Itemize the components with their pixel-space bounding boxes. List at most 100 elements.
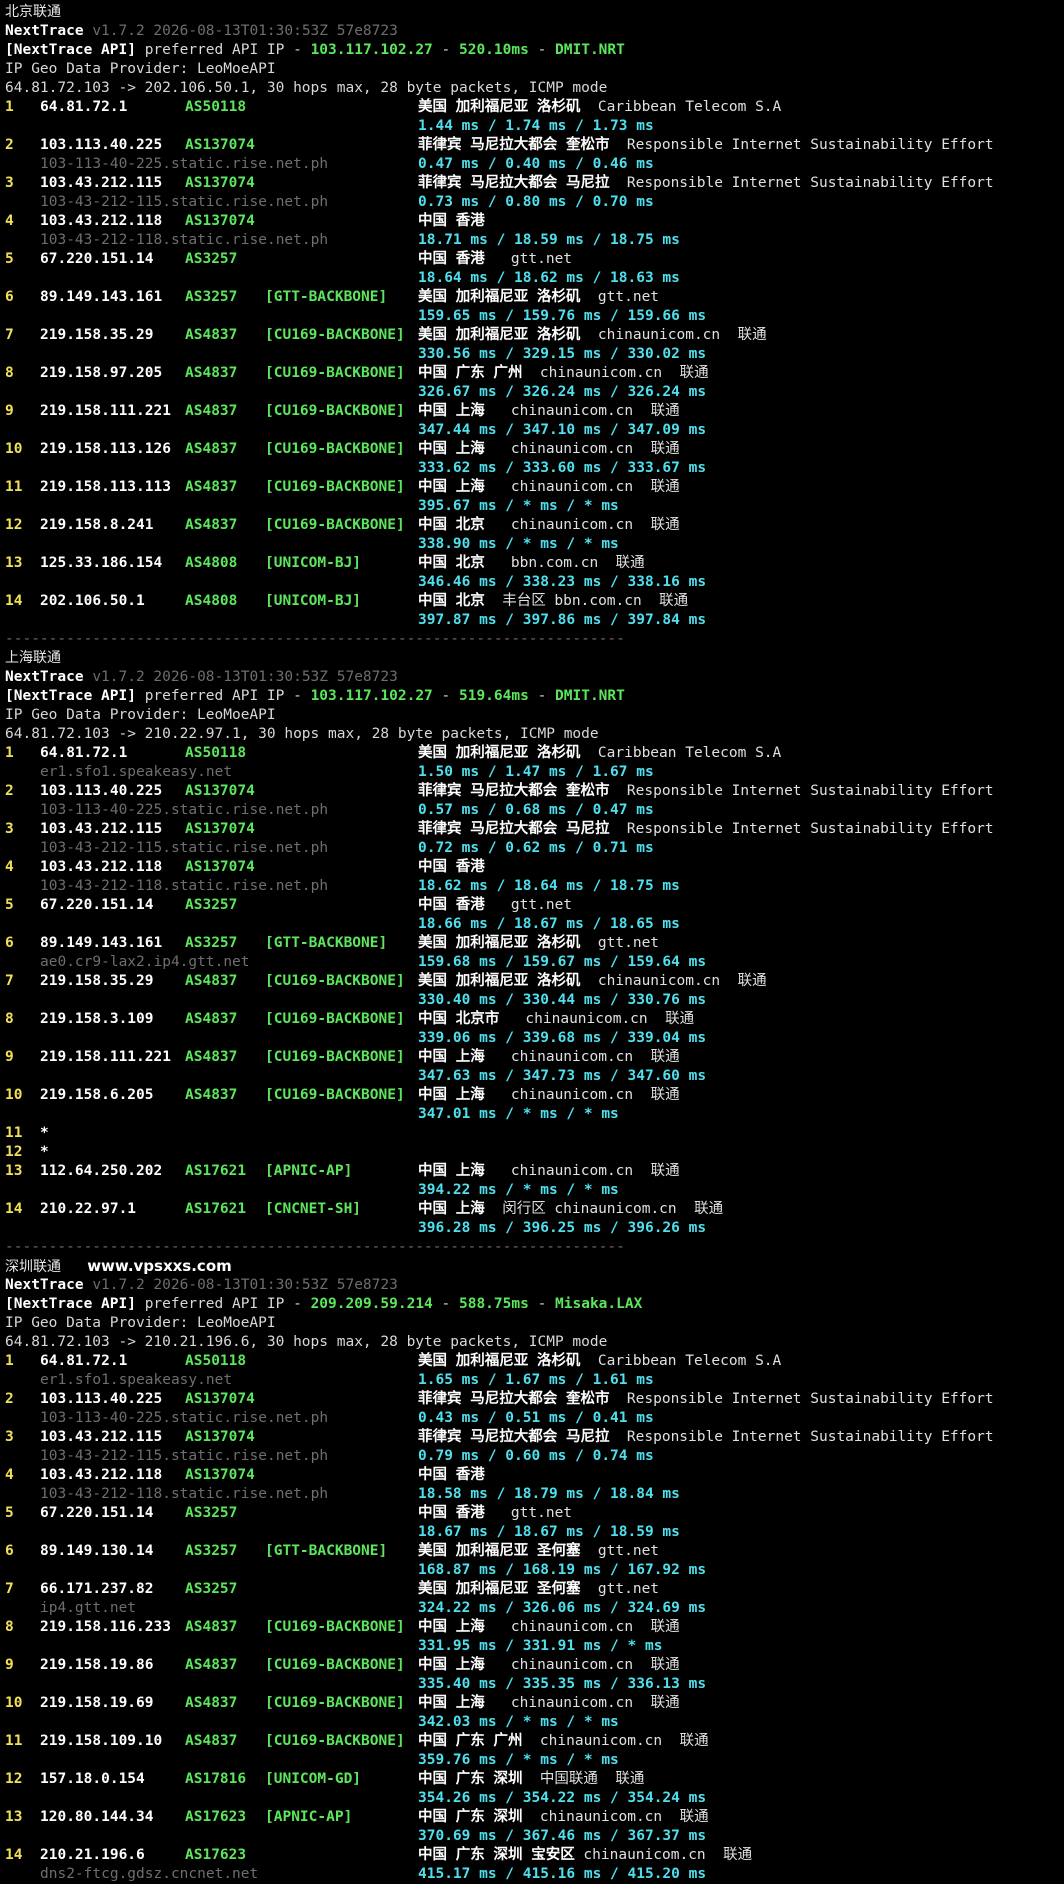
hop-ip: 219.158.19.69 <box>40 1695 154 1711</box>
hop-row: 1 64.81.72.1 AS50118 美国 加利福尼亚 洛杉矶 Caribbean… <box>5 98 1064 117</box>
hop-asn: AS4837 <box>185 1049 238 1065</box>
hop-ip: 103.43.212.115 <box>40 1429 163 1445</box>
api-preferred-text: preferred API IP - <box>144 688 302 704</box>
hop-detail-row: 335.40 ms / 335.35 ms / 336.13 ms <box>5 1675 1064 1694</box>
hop-number: 1 <box>5 1353 14 1369</box>
hop-number: 7 <box>5 973 14 989</box>
hop-row: 11 * <box>5 1124 1064 1143</box>
hop-detail-row: 338.90 ms / * ms / * ms <box>5 535 1064 554</box>
hop-detail-row: ip4.gtt.net 324.22 ms / 326.06 ms / 324.6… <box>5 1599 1064 1618</box>
hop-ip: 89.149.143.161 <box>40 289 163 305</box>
hop-rtt: 342.03 ms / * ms / * ms <box>418 1714 619 1730</box>
hop-row: 6 89.149.143.161 AS3257 [GTT-BACKBONE] 美国 加利… <box>5 288 1064 307</box>
geo-provider: IP Geo Data Provider: LeoMoeAPI <box>5 707 276 723</box>
hop-asn: AS3257 <box>185 1505 238 1521</box>
hop-asn: AS50118 <box>185 745 247 761</box>
geo-provider-line: IP Geo Data Provider: LeoMoeAPI <box>5 1314 1064 1333</box>
api-datacenter: Misaka.LAX <box>555 1296 643 1312</box>
hop-number: 3 <box>5 175 14 191</box>
hop-number: 13 <box>5 1809 23 1825</box>
hop-rtt: 396.28 ms / 396.25 ms / 396.26 ms <box>418 1220 707 1236</box>
terminal-output: 北京联通 NextTrace v1.7.2 2026-08-13T01:30:53… <box>0 0 1064 1884</box>
hop-rtt: 0.72 ms / 0.62 ms / 0.71 ms <box>418 840 654 856</box>
hop-row: 9 219.158.111.221 AS4837 [CU169-BACKBONE] 中国… <box>5 402 1064 421</box>
app-brand: NextTrace <box>5 1277 84 1293</box>
hop-number: 6 <box>5 935 14 951</box>
hop-rtt: 168.87 ms / 168.19 ms / 167.92 ms <box>418 1562 707 1578</box>
hop-row: 4 103.43.212.118 AS137074 中国 香港 <box>5 1466 1064 1485</box>
hop-number: 2 <box>5 1391 14 1407</box>
hop-detail-row: 103-43-212-115.static.rise.net.ph 0.79 ms… <box>5 1447 1064 1466</box>
hop-geo: 美国 加利福尼亚 圣何塞 gtt.net <box>418 1543 660 1559</box>
api-dash: - <box>537 1296 547 1312</box>
hop-rtt: 394.22 ms / * ms / * ms <box>418 1182 619 1198</box>
hop-number: 7 <box>5 1581 14 1597</box>
hop-asn: AS4837 <box>185 1011 238 1027</box>
separator-line: ----------------------------------------… <box>5 630 1064 649</box>
hop-asn: AS4808 <box>185 593 238 609</box>
hop-asn: AS4837 <box>185 1619 238 1635</box>
app-brand: NextTrace <box>5 23 84 39</box>
hop-number: 9 <box>5 1657 14 1673</box>
hop-row: 3 103.43.212.115 AS137074 菲律宾 马尼拉大都会 马尼拉 Re… <box>5 174 1064 193</box>
hop-ip: 219.158.97.205 <box>40 365 163 381</box>
hop-network-tag: [CU169-BACKBONE] <box>265 1087 405 1103</box>
hop-row: 12 * <box>5 1143 1064 1162</box>
hop-detail-row: 168.87 ms / 168.19 ms / 167.92 ms <box>5 1561 1064 1580</box>
hop-number: 11 <box>5 479 23 495</box>
hop-number: 3 <box>5 821 14 837</box>
trace-target-line: 64.81.72.103 -> 210.22.97.1, 30 hops max… <box>5 725 1064 744</box>
hop-geo: 中国 上海 闵行区 chinaunicom.cn 联通 <box>418 1201 724 1217</box>
hop-geo: 中国 上海 chinaunicom.cn 联通 <box>418 441 680 457</box>
hop-detail-row: 395.67 ms / * ms / * ms <box>5 497 1064 516</box>
hop-number: 12 <box>5 1144 23 1160</box>
hop-ip: * <box>40 1125 49 1141</box>
geo-provider-line: IP Geo Data Provider: LeoMoeAPI <box>5 60 1064 79</box>
hop-asn: AS4808 <box>185 555 238 571</box>
app-version: v1.7.2 2026-08-13T01:30:53Z 57e8723 <box>92 1277 398 1293</box>
hop-geo: 中国 北京市 chinaunicom.cn 联通 <box>418 1011 695 1027</box>
api-dash: - <box>537 42 547 58</box>
hop-rdns: 103-113-40-225.static.rise.net.ph <box>40 156 329 172</box>
hop-row: 10 219.158.6.205 AS4837 [CU169-BACKBONE] 中国 … <box>5 1086 1064 1105</box>
hop-asn: AS4837 <box>185 441 238 457</box>
hop-row: 14 210.21.196.6 AS17623 中国 广东 深圳 宝安区 chinau… <box>5 1846 1064 1865</box>
hop-network-tag: [CU169-BACKBONE] <box>265 1733 405 1749</box>
hop-geo: 中国 北京 chinaunicom.cn 联通 <box>418 517 680 533</box>
hop-ip: 210.22.97.1 <box>40 1201 137 1217</box>
hop-row: 7 219.158.35.29 AS4837 [CU169-BACKBONE] 美国 加… <box>5 972 1064 991</box>
hop-geo: 中国 香港 <box>418 859 485 875</box>
hop-ip: 64.81.72.1 <box>40 99 128 115</box>
hop-geo: 菲律宾 马尼拉大都会 马尼拉 Responsible Internet Sust… <box>418 1429 994 1445</box>
hop-detail-row: 339.06 ms / 339.68 ms / 339.04 ms <box>5 1029 1064 1048</box>
api-line: [NextTrace API] preferred API IP - 103.1… <box>5 687 1064 706</box>
hop-ip: 219.158.113.126 <box>40 441 171 457</box>
hop-detail-row: 330.56 ms / 329.15 ms / 330.02 ms <box>5 345 1064 364</box>
hop-detail-row: 159.65 ms / 159.76 ms / 159.66 ms <box>5 307 1064 326</box>
hop-geo: 美国 加利福尼亚 洛杉矶 Caribbean Telecom S.A <box>418 745 782 761</box>
hop-row: 11 219.158.113.113 AS4837 [CU169-BACKBONE] 中… <box>5 478 1064 497</box>
hop-geo: 中国 广东 深圳 chinaunicom.cn 联通 <box>418 1809 709 1825</box>
api-label: [NextTrace API] <box>5 1296 136 1312</box>
hop-row: 1 64.81.72.1 AS50118 美国 加利福尼亚 洛杉矶 Caribbean… <box>5 1352 1064 1371</box>
api-line: [NextTrace API] preferred API IP - 209.2… <box>5 1295 1064 1314</box>
hop-rtt: 18.62 ms / 18.64 ms / 18.75 ms <box>418 878 680 894</box>
version-line: NextTrace v1.7.2 2026-08-13T01:30:53Z 57… <box>5 22 1064 41</box>
trace-title: 北京联通 <box>5 4 61 20</box>
hop-number: 12 <box>5 1771 23 1787</box>
hop-ip: 103.43.212.118 <box>40 859 163 875</box>
hop-ip: 125.33.186.154 <box>40 555 163 571</box>
hop-ip: 219.158.111.221 <box>40 403 171 419</box>
app-brand: NextTrace <box>5 669 84 685</box>
hop-row: 5 67.220.151.14 AS3257 中国 香港 gtt.net <box>5 896 1064 915</box>
hop-row: 14 210.22.97.1 AS17621 [CNCNET-SH] 中国 上海 闵行区… <box>5 1200 1064 1219</box>
hop-detail-row: 18.64 ms / 18.62 ms / 18.63 ms <box>5 269 1064 288</box>
hop-geo: 中国 北京 bbn.com.cn 联通 <box>418 555 645 571</box>
hop-row: 2 103.113.40.225 AS137074 菲律宾 马尼拉大都会 奎松市 Re… <box>5 1390 1064 1409</box>
hop-number: 6 <box>5 289 14 305</box>
hop-number: 5 <box>5 251 14 267</box>
hop-rtt: 347.01 ms / * ms / * ms <box>418 1106 619 1122</box>
hop-ip: 67.220.151.14 <box>40 251 154 267</box>
hop-geo: 中国 广东 深圳 中国联通 联通 <box>418 1771 645 1787</box>
hop-detail-row: 103-43-212-115.static.rise.net.ph 0.72 ms… <box>5 839 1064 858</box>
